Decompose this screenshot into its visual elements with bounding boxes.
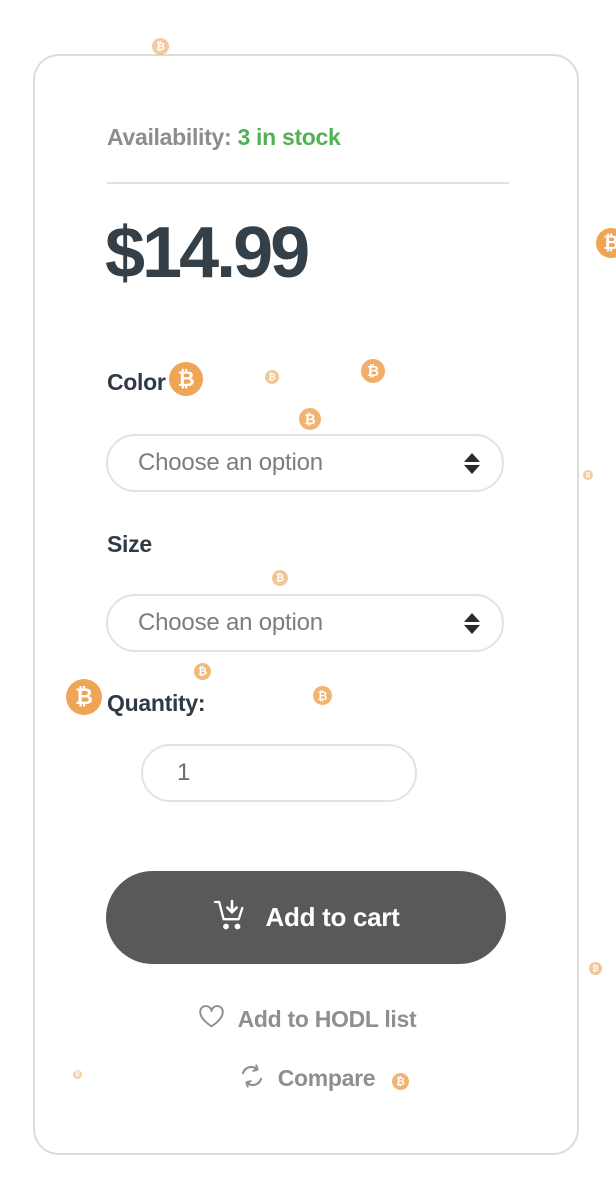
compare-sync-icon (239, 1064, 265, 1093)
product-price: $14.99 (105, 213, 310, 293)
add-to-cart-label: Add to cart (265, 902, 400, 932)
quantity-input-wrapper[interactable]: 1 (141, 744, 417, 802)
add-to-cart-button[interactable]: Add to cart (106, 871, 506, 964)
compare-link[interactable]: Compare (107, 1064, 507, 1093)
add-to-hodl-list-label: Add to HODL list (237, 1005, 417, 1032)
coin-top-center-icon: ₿ (152, 38, 169, 55)
compare-label: Compare (277, 1065, 376, 1091)
section-divider (107, 182, 509, 184)
select-updown-icon (464, 452, 480, 474)
color-label: Color (107, 369, 166, 395)
product-purchase-card: Availability: 3 in stock $14.99 Color Ch… (33, 54, 579, 1155)
size-select[interactable]: Choose an option (106, 594, 504, 652)
availability-label: Availability: (107, 124, 232, 150)
size-select-value: Choose an option (138, 609, 323, 636)
color-select[interactable]: Choose an option (106, 434, 504, 492)
availability-status: 3 in stock (237, 124, 341, 150)
cart-download-icon (213, 899, 249, 936)
quantity-label: Quantity: (107, 690, 206, 716)
availability-row: Availability: 3 in stock (107, 124, 341, 151)
quantity-input[interactable]: 1 (177, 759, 190, 787)
size-label: Size (107, 531, 152, 557)
heart-icon (198, 1004, 225, 1034)
coin-bottom-right-icon: ₿ (589, 962, 602, 975)
color-select-value: Choose an option (138, 449, 323, 476)
select-updown-icon (464, 612, 480, 634)
coin-right-upper-icon: ₿ (596, 228, 616, 258)
coin-right-mid-icon: ₿ (583, 470, 593, 480)
add-to-hodl-list-link[interactable]: Add to HODL list (107, 1004, 507, 1034)
product-summary-page: Availability: 3 in stock $14.99 Color Ch… (0, 0, 616, 1196)
